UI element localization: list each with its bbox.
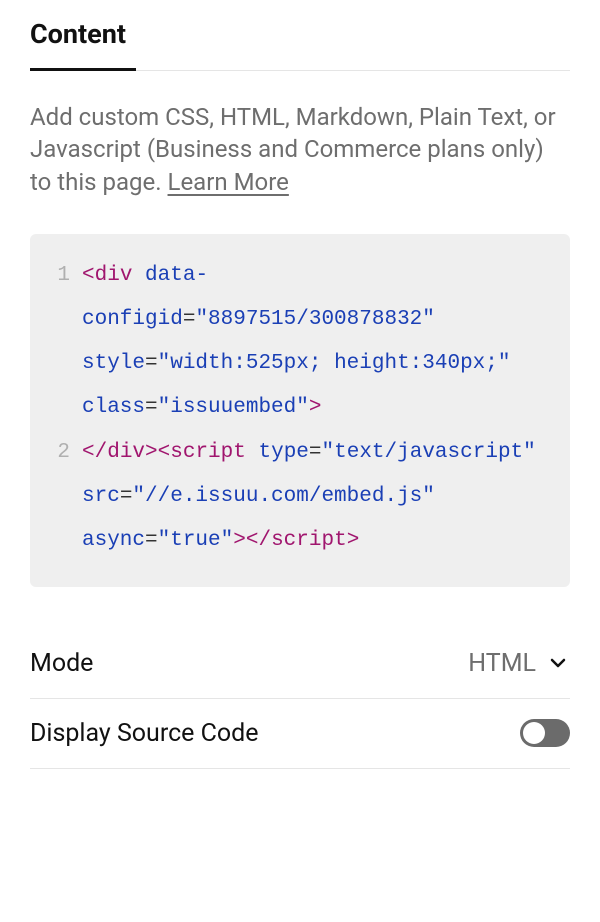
tab-content-label: Content xyxy=(30,18,126,50)
display-source-row: Display Source Code xyxy=(30,699,570,769)
tab-active-underline xyxy=(30,68,136,71)
description-body: Add custom CSS, HTML, Markdown, Plain Te… xyxy=(30,103,556,196)
description-text: Add custom CSS, HTML, Markdown, Plain Te… xyxy=(30,101,570,198)
mode-label: Mode xyxy=(30,649,93,678)
mode-select[interactable]: HTML xyxy=(468,649,570,678)
tab-content[interactable]: Content xyxy=(30,18,126,70)
mode-row: Mode HTML xyxy=(30,629,570,699)
code-editor[interactable]: 1 <div data-configid="8897515/300878832"… xyxy=(30,234,570,587)
code-line-1: 1 <div data-configid="8897515/300878832"… xyxy=(50,254,550,430)
mode-value: HTML xyxy=(468,649,536,678)
line-number: 1 xyxy=(50,254,70,298)
code-line-2-content: </div><script type="text/javascript" src… xyxy=(82,431,550,563)
toggle-knob xyxy=(523,722,545,744)
tab-header: Content xyxy=(30,18,570,71)
learn-more-link[interactable]: Learn More xyxy=(168,168,289,196)
display-source-toggle[interactable] xyxy=(520,719,570,747)
code-line-2: 2 </div><script type="text/javascript" s… xyxy=(50,431,550,563)
chevron-down-icon xyxy=(546,651,570,675)
code-line-1-content: <div data-configid="8897515/300878832" s… xyxy=(82,254,550,430)
line-number: 2 xyxy=(50,431,70,475)
display-source-label: Display Source Code xyxy=(30,719,259,748)
